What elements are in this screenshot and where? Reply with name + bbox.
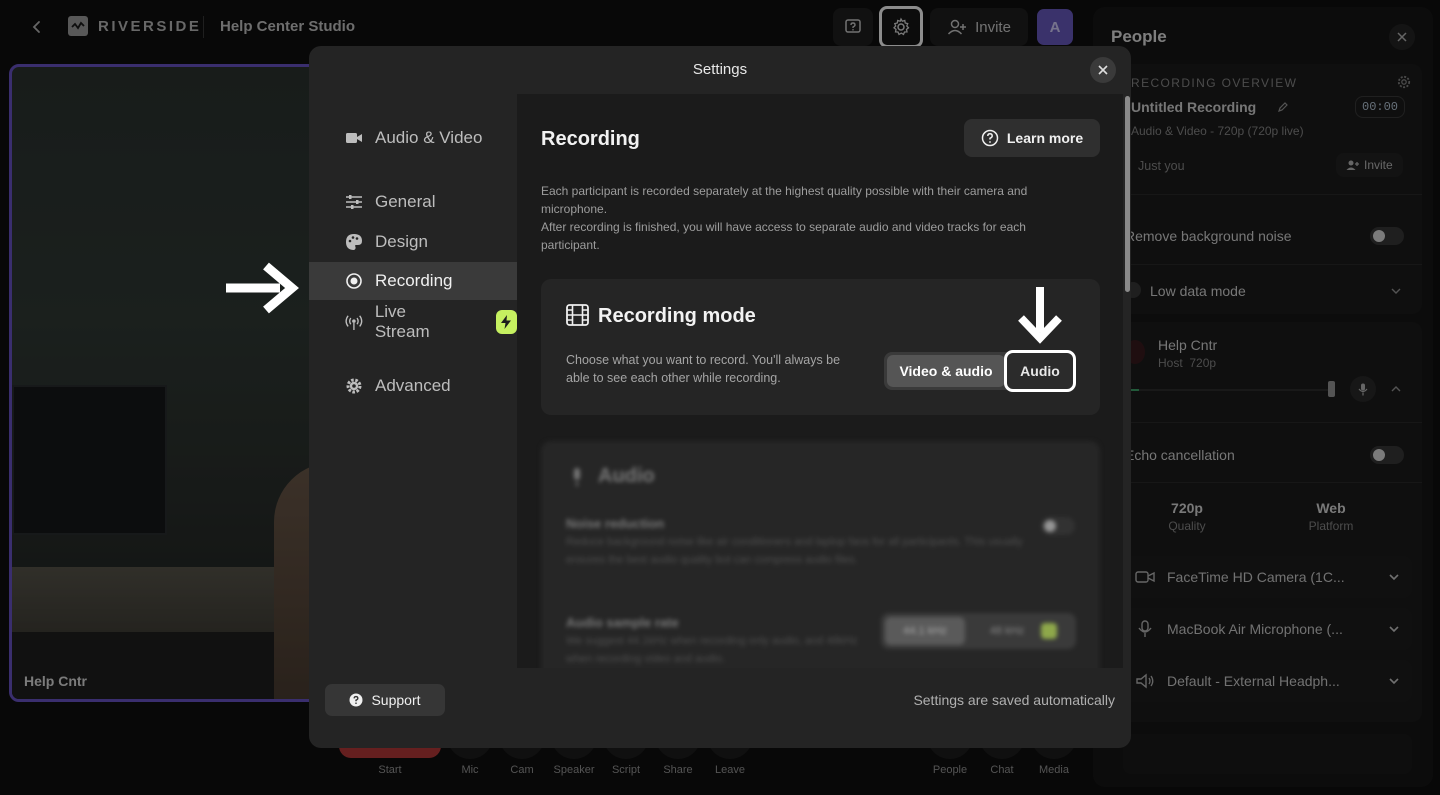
broadcast-icon <box>345 315 363 331</box>
mode-audio-option[interactable]: Audio <box>1004 350 1076 392</box>
nav-label: General <box>375 192 436 211</box>
nav-audio-video[interactable]: Audio & Video <box>309 119 517 157</box>
section-title: Recording <box>541 128 640 150</box>
bolt-icon <box>501 315 512 329</box>
sample-rate-toggle: 44.1 kHz 48 kHz <box>881 613 1076 649</box>
arrow-right-icon <box>226 262 299 314</box>
support-label: Support <box>371 692 421 708</box>
help-circle-icon <box>981 129 999 147</box>
sliders-icon <box>346 195 362 209</box>
nav-label: Design <box>375 232 428 251</box>
sample-rate-title: Audio sample rate <box>566 615 679 630</box>
film-icon <box>566 304 589 326</box>
live-badge <box>495 310 517 334</box>
sample-rate-description: We suggest 44.1kHz when recording only a… <box>566 635 858 665</box>
section-description: Each participant is recorded separately … <box>541 182 1071 254</box>
scrollbar[interactable] <box>1125 96 1130 292</box>
autosave-note: Settings are saved automatically <box>913 692 1115 708</box>
nav-design[interactable]: Design <box>309 223 517 261</box>
close-icon <box>1098 65 1108 75</box>
recording-mode-title: Recording mode <box>598 305 756 327</box>
sample-rate-44-option[interactable]: 44.1 kHz <box>885 617 965 645</box>
recording-mode-description: Choose what you want to record. You'll a… <box>566 353 841 385</box>
record-icon <box>346 273 362 289</box>
nav-live-stream[interactable]: Live Stream <box>309 302 517 341</box>
nav-general[interactable]: General <box>309 183 517 221</box>
gear-icon <box>346 378 362 394</box>
close-settings-button[interactable] <box>1090 57 1116 83</box>
support-button[interactable]: Support <box>325 684 445 716</box>
sample-rate-48-option[interactable]: 48 kHz <box>977 617 1037 645</box>
nav-label: Recording <box>375 271 453 290</box>
audio-section-title: Audio <box>598 465 655 487</box>
learn-more-button[interactable]: Learn more <box>964 119 1100 157</box>
settings-content: Recording Learn more Each participant is… <box>517 94 1123 668</box>
mode-video-audio-option[interactable]: Video & audio <box>887 355 1005 387</box>
description-line: Each participant is recorded separately … <box>541 184 1028 216</box>
audio-settings-card: Audio Noise reduction Reduce background … <box>541 441 1100 668</box>
description-line: After recording is finished, you will ha… <box>541 220 1026 252</box>
recording-mode-toggle: Video & audio Audio <box>884 350 1076 392</box>
settings-modal: Settings Audio & Video General Design Re… <box>309 46 1131 748</box>
nav-label: Audio & Video <box>375 128 483 147</box>
modal-title: Settings <box>692 61 748 78</box>
nav-advanced[interactable]: Advanced <box>309 367 517 405</box>
nav-label: Live Stream <box>374 302 430 341</box>
learn-more-label: Learn more <box>1006 130 1084 146</box>
help-circle-icon <box>349 693 363 707</box>
bolt-icon <box>1041 623 1057 639</box>
palette-icon <box>346 234 362 250</box>
noise-reduction-toggle[interactable] <box>1041 517 1075 535</box>
nav-recording[interactable]: Recording <box>309 262 517 300</box>
noise-reduction-title: Noise reduction <box>566 516 665 531</box>
nav-label: Advanced <box>375 376 451 395</box>
microphone-icon <box>574 468 580 486</box>
arrow-down-icon <box>1018 287 1062 344</box>
video-camera-icon <box>346 133 362 143</box>
noise-reduction-description: Reduce background noise like air conditi… <box>566 536 1023 566</box>
